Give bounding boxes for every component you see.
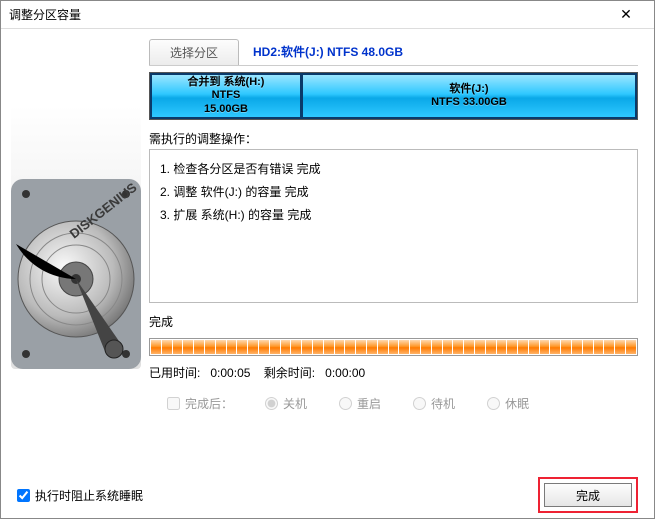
progress-bar bbox=[149, 338, 638, 356]
remain-label: 剩余时间: bbox=[264, 366, 315, 380]
partition-segment-target[interactable]: 合并到 系统(H:) NTFS 15.00GB bbox=[150, 73, 301, 119]
finish-highlight: 完成 bbox=[538, 477, 638, 513]
main-panel: 选择分区 HD2:软件(J:) NTFS 48.0GB 合并到 系统(H:) N… bbox=[141, 29, 654, 472]
operation-item: 1. 检查各分区是否有错误 完成 bbox=[160, 158, 627, 181]
operation-item: 3. 扩展 系统(H:) 的容量 完成 bbox=[160, 204, 627, 227]
after-complete-label: 完成后： bbox=[185, 395, 233, 412]
tab-row: 选择分区 HD2:软件(J:) NTFS 48.0GB bbox=[149, 39, 638, 66]
prevent-sleep-label: 执行时阻止系统睡眠 bbox=[35, 487, 143, 504]
remain-value: 0:00:00 bbox=[325, 366, 365, 380]
partition-segment-source[interactable]: 软件(J:) NTFS 33.00GB bbox=[301, 73, 637, 119]
footer: 执行时阻止系统睡眠 完成 bbox=[1, 472, 654, 518]
partition-line: NTFS 33.00GB bbox=[431, 96, 507, 109]
window-title: 调整分区容量 bbox=[9, 6, 606, 23]
partition-bar: 合并到 系统(H:) NTFS 15.00GB 软件(J:) NTFS 33.0… bbox=[149, 72, 638, 120]
partition-line: 软件(J:) bbox=[449, 83, 488, 96]
after-complete-input[interactable] bbox=[167, 397, 180, 410]
elapsed-label: 已用时间: bbox=[149, 366, 200, 380]
radio-restart[interactable]: 重启 bbox=[339, 395, 381, 412]
partition-info-label: HD2:软件(J:) NTFS 48.0GB bbox=[245, 39, 411, 65]
brand-illustration: DISKGENIUS bbox=[11, 39, 141, 369]
partition-line: 15.00GB bbox=[204, 103, 248, 116]
disk-icon: DISKGENIUS bbox=[11, 149, 141, 369]
radio-shutdown[interactable]: 关机 bbox=[265, 395, 307, 412]
elapsed-value: 0:00:05 bbox=[210, 366, 250, 380]
operations-list: 1. 检查各分区是否有错误 完成 2. 调整 软件(J:) 的容量 完成 3. … bbox=[149, 149, 638, 303]
titlebar: 调整分区容量 ✕ bbox=[1, 1, 654, 29]
status-text: 完成 bbox=[149, 313, 638, 330]
dialog-window: 调整分区容量 ✕ bbox=[0, 0, 655, 519]
finish-button[interactable]: 完成 bbox=[544, 483, 632, 507]
after-complete-row: 完成后： 关机 重启 待机 休眠 bbox=[149, 395, 638, 412]
prevent-sleep-input[interactable] bbox=[17, 489, 30, 502]
operation-item: 2. 调整 软件(J:) 的容量 完成 bbox=[160, 181, 627, 204]
partition-line: NTFS bbox=[212, 89, 241, 102]
time-row: 已用时间: 0:00:05 剩余时间: 0:00:00 bbox=[149, 364, 638, 381]
prevent-sleep-checkbox[interactable]: 执行时阻止系统睡眠 bbox=[17, 487, 143, 504]
after-complete-checkbox[interactable]: 完成后： bbox=[167, 395, 233, 412]
radio-standby[interactable]: 待机 bbox=[413, 395, 455, 412]
sidebar: DISKGENIUS bbox=[1, 29, 141, 472]
radio-hibernate[interactable]: 休眠 bbox=[487, 395, 529, 412]
select-partition-tab[interactable]: 选择分区 bbox=[149, 39, 239, 65]
partition-line: 合并到 系统(H:) bbox=[187, 76, 264, 89]
operations-header: 需执行的调整操作： bbox=[149, 130, 638, 147]
close-button[interactable]: ✕ bbox=[606, 1, 646, 29]
